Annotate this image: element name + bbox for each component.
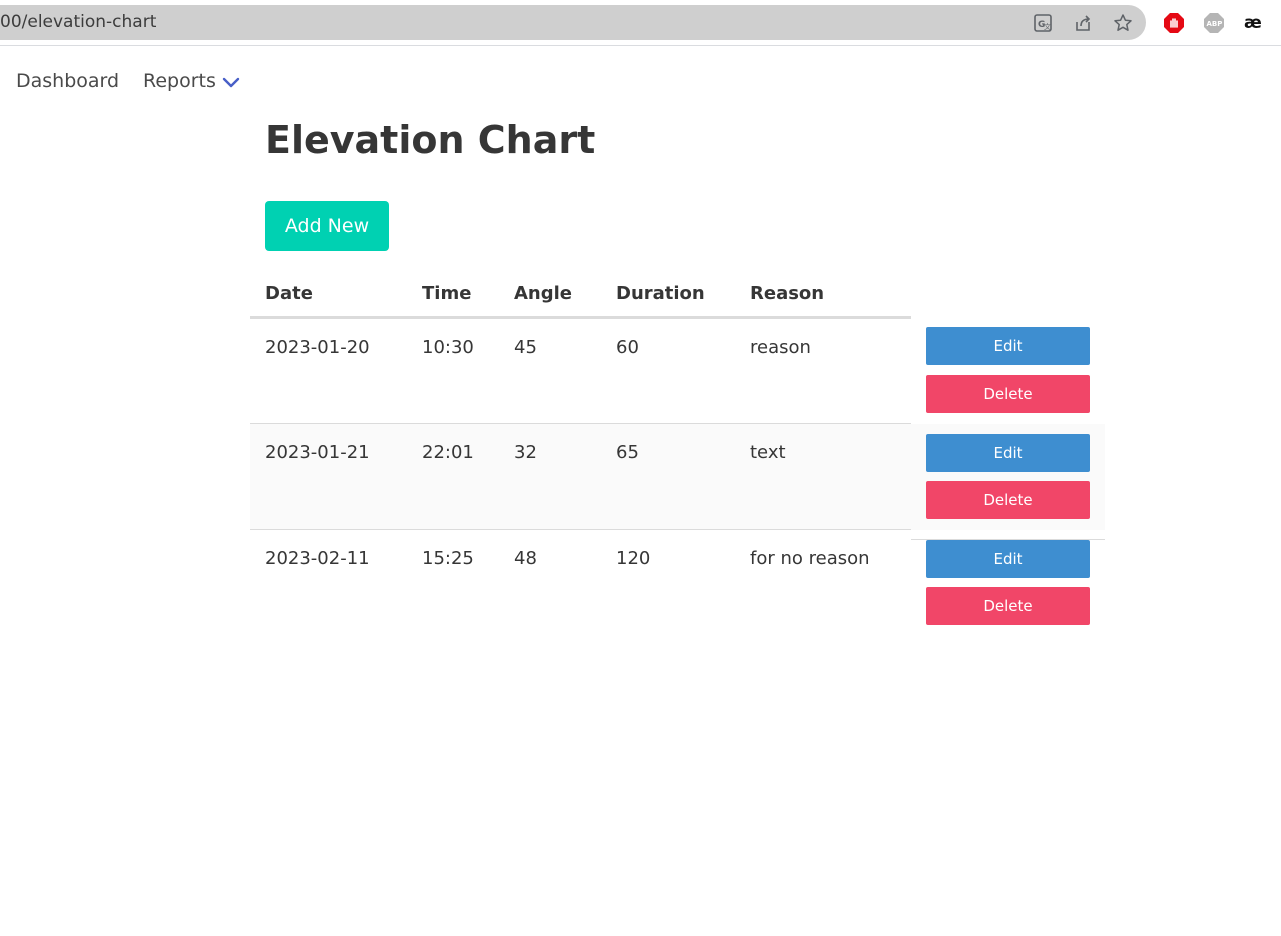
table-row: 2023-01-20 10:30 45 60 reason Edit Delet… xyxy=(250,319,1105,425)
add-new-button[interactable]: Add New xyxy=(265,201,389,251)
cell-time: 10:30 xyxy=(422,337,474,358)
cell-time: 15:25 xyxy=(422,548,474,569)
cell-duration: 60 xyxy=(616,337,639,358)
address-bar-url[interactable]: 00/elevation-chart xyxy=(0,12,156,32)
cell-duration: 65 xyxy=(616,442,639,463)
cell-date: 2023-01-20 xyxy=(265,337,370,358)
edit-button[interactable]: Edit xyxy=(926,434,1090,472)
share-icon[interactable] xyxy=(1071,11,1095,35)
row-stripe xyxy=(250,424,911,530)
ae-extension-icon[interactable]: æ xyxy=(1242,11,1266,35)
cell-reason: text xyxy=(750,442,786,463)
cell-angle: 32 xyxy=(514,442,537,463)
cell-duration: 120 xyxy=(616,548,651,569)
nav-dashboard[interactable]: Dashboard xyxy=(16,70,119,92)
translate-icon[interactable]: G文 xyxy=(1031,11,1055,35)
edit-button[interactable]: Edit xyxy=(926,327,1090,365)
cell-date: 2023-02-11 xyxy=(265,548,370,569)
table-row: 2023-01-21 22:01 32 65 text Edit Delete xyxy=(250,424,1105,530)
svg-text:文: 文 xyxy=(1044,22,1051,31)
svg-text:ABP: ABP xyxy=(1207,20,1223,28)
nav-reports[interactable]: Reports xyxy=(143,70,216,92)
cell-date: 2023-01-21 xyxy=(265,442,370,463)
adblock-stop-icon[interactable] xyxy=(1162,11,1186,35)
page-title: Elevation Chart xyxy=(265,118,596,162)
svg-text:æ: æ xyxy=(1244,13,1262,33)
table-row: 2023-02-11 15:25 48 120 for no reason Ed… xyxy=(250,530,1105,636)
delete-button[interactable]: Delete xyxy=(926,481,1090,519)
delete-button[interactable]: Delete xyxy=(926,587,1090,625)
cell-reason: reason xyxy=(750,337,811,358)
cell-angle: 45 xyxy=(514,337,537,358)
abp-icon[interactable]: ABP xyxy=(1202,11,1226,35)
address-bar[interactable] xyxy=(0,5,1146,40)
column-header-time: Time xyxy=(422,283,472,304)
star-icon[interactable] xyxy=(1111,11,1135,35)
delete-button[interactable]: Delete xyxy=(926,375,1090,413)
cell-angle: 48 xyxy=(514,548,537,569)
column-header-reason: Reason xyxy=(750,283,825,304)
cell-reason: for no reason xyxy=(750,548,870,569)
edit-button[interactable]: Edit xyxy=(926,540,1090,578)
cell-time: 22:01 xyxy=(422,442,474,463)
column-header-angle: Angle xyxy=(514,283,573,304)
column-header-duration: Duration xyxy=(616,283,705,304)
browser-toolbar: 00/elevation-chart G文 ABP æ xyxy=(0,0,1281,46)
chevron-down-icon[interactable] xyxy=(221,76,241,95)
column-header-date: Date xyxy=(265,283,313,304)
